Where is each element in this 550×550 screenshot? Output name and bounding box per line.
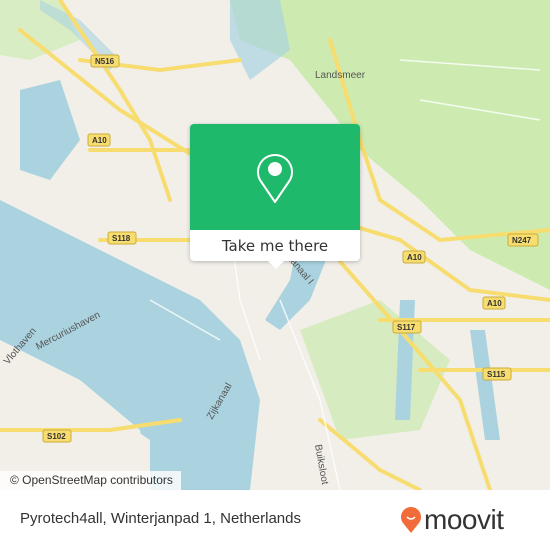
moovit-pin-icon <box>401 507 421 533</box>
shield-n247: N247 <box>507 233 539 247</box>
svg-text:S118: S118 <box>112 234 131 243</box>
svg-text:N247: N247 <box>512 236 532 245</box>
popup-header <box>190 124 360 230</box>
moovit-logo-text: moovit <box>424 504 504 535</box>
take-me-there-button[interactable]: Take me there <box>190 230 360 261</box>
shield-a10-west: A10 <box>87 133 111 147</box>
shield-n516: N516 <box>90 54 120 68</box>
footer: Pyrotech4all, Winterjanpad 1, Netherland… <box>0 490 550 550</box>
label-buiksloot: Buiksloot <box>312 444 330 486</box>
svg-text:A10: A10 <box>487 299 502 308</box>
shield-s115: S115 <box>482 367 512 381</box>
svg-text:S115: S115 <box>487 370 506 379</box>
svg-text:A10: A10 <box>407 253 422 262</box>
svg-text:A10: A10 <box>92 136 107 145</box>
svg-text:S117: S117 <box>397 323 416 332</box>
svg-text:N516: N516 <box>95 57 115 66</box>
svg-text:S102: S102 <box>47 432 66 441</box>
shield-a10-south: A10 <box>482 296 506 310</box>
location-popup: Take me there <box>190 124 360 269</box>
moovit-logo: moovit <box>400 504 504 536</box>
shield-s118: S118 <box>107 231 137 245</box>
shield-s102: S102 <box>42 429 72 443</box>
shield-s117: S117 <box>392 320 422 334</box>
map-pin-icon <box>257 154 293 203</box>
shield-a10-east: A10 <box>402 250 426 264</box>
label-landsmeer: Landsmeer <box>315 70 366 81</box>
attribution[interactable]: © OpenStreetMap contributors <box>0 471 181 490</box>
address-text: Pyrotech4all, Winterjanpad 1, Netherland… <box>20 510 301 527</box>
